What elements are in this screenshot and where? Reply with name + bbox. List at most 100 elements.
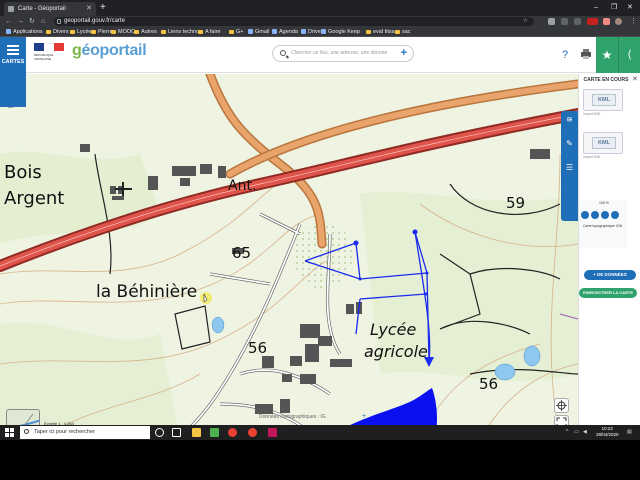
browser-tab[interactable]: Carte - Géoportail ✕ xyxy=(4,2,96,16)
map-view[interactable]: Bois Argent la Béhinière Lycée agricole … xyxy=(0,74,578,440)
close-window-icon[interactable]: ✕ xyxy=(627,2,633,14)
layers-icon[interactable]: ≋ xyxy=(563,113,576,126)
app-icon xyxy=(301,29,306,35)
info-icon[interactable] xyxy=(601,211,609,219)
bookmark-item[interactable]: Drive xyxy=(301,27,321,37)
cortana-icon[interactable] xyxy=(155,428,164,437)
layer-card-kml[interactable]: KML xyxy=(583,89,623,111)
share-button[interactable]: ⟨ xyxy=(618,37,640,73)
folder-icon xyxy=(70,29,75,34)
list-icon[interactable]: ☰ xyxy=(563,161,576,174)
app-icon[interactable] xyxy=(210,428,219,437)
chrome-icon[interactable] xyxy=(248,428,257,437)
task-view-icon[interactable] xyxy=(172,428,181,437)
lock-icon xyxy=(57,19,61,24)
network-icon[interactable]: ▭ xyxy=(574,429,579,435)
tools-wrench-icon[interactable]: ✎ xyxy=(563,137,576,150)
layer-name: Carte topographique IGN xyxy=(583,224,623,228)
save-map-button[interactable]: ENREGISTRER LA CARTE xyxy=(579,288,637,298)
address-bar-row: ← → ↻ ⌂ geoportail.gouv.fr/carte ☆ ⋮ xyxy=(0,16,640,27)
panel-close-icon[interactable]: ✕ xyxy=(632,75,638,83)
bookmark-label: MOOC xyxy=(118,29,136,35)
opacity-icon[interactable] xyxy=(591,211,599,219)
windows-start-icon[interactable] xyxy=(5,428,14,437)
bookmark-label: eval titsa xyxy=(373,29,395,35)
home-icon[interactable]: ⌂ xyxy=(41,16,45,27)
close-tab-icon[interactable]: ✕ xyxy=(86,2,92,16)
bookmark-label: sac xyxy=(402,29,411,35)
site-header: RÉPUBLIQUE FRANÇAISE géoportail Chercher… xyxy=(0,37,640,73)
url-input[interactable]: geoportail.gouv.fr/carte ☆ xyxy=(54,17,534,26)
layer-card-kml[interactable]: KML xyxy=(583,132,623,154)
add-data-button[interactable]: + DE DONNÉES xyxy=(584,270,636,280)
extension-icon[interactable] xyxy=(574,18,581,25)
favorites-star-button[interactable]: ★ xyxy=(596,37,618,73)
folder-icon xyxy=(229,29,234,34)
locate-button[interactable] xyxy=(554,398,569,413)
notifications-icon[interactable]: ▤ xyxy=(627,429,632,435)
geoportail-logo[interactable]: géoportail xyxy=(72,42,147,60)
bookmark-label: G+ xyxy=(236,29,244,35)
app-icon xyxy=(272,29,277,35)
bookmark-item[interactable]: G+ xyxy=(229,27,244,37)
bookmark-item[interactable]: sac xyxy=(395,27,411,37)
forward-icon[interactable]: → xyxy=(17,16,24,27)
volume-icon[interactable]: ◀ xyxy=(583,429,587,435)
cartes-label: CARTES xyxy=(1,59,25,65)
advanced-search-icon[interactable]: + xyxy=(401,46,407,61)
bookmark-item[interactable]: Liens techno xyxy=(161,27,199,37)
reload-icon[interactable]: ↻ xyxy=(29,16,35,27)
bookmark-item[interactable]: Agenda xyxy=(272,27,298,37)
bookmark-item[interactable]: Pierre xyxy=(91,27,113,37)
clock-date: 28/04/2020 xyxy=(596,432,619,437)
map-label-agricole: agricole xyxy=(364,342,428,361)
bookmark-label: Lycée xyxy=(77,29,92,35)
bookmark-item[interactable]: MOOC xyxy=(111,27,135,37)
current-map-panel: CARTE EN COURS ✕ KML Import KML KML Impo… xyxy=(578,74,640,440)
delete-icon[interactable] xyxy=(611,211,619,219)
bookmark-item[interactable]: Lycée xyxy=(70,27,91,37)
target-icon xyxy=(556,400,567,411)
file-explorer-icon[interactable] xyxy=(192,428,201,437)
print-icon[interactable] xyxy=(579,47,593,61)
map-label-bois: Bois xyxy=(4,162,42,183)
bookmark-star-icon[interactable]: ☆ xyxy=(523,17,528,26)
bookmark-label: Liens techno xyxy=(168,29,200,35)
layer-label: KML xyxy=(592,94,616,106)
bookmark-item[interactable]: Applications xyxy=(6,27,43,37)
chrome-icon[interactable] xyxy=(228,428,237,437)
bookmark-item[interactable]: A faire xyxy=(198,27,221,37)
windows-taskbar: Taper ici pour rechercher ^ ▭ ◀ 10:22 28… xyxy=(0,425,640,440)
extension-badge-icon[interactable] xyxy=(587,18,598,25)
bookmark-item[interactable]: Gmail xyxy=(248,27,269,37)
browser-menu-icon[interactable]: ⋮ xyxy=(630,16,637,27)
maximize-icon[interactable]: ❐ xyxy=(611,2,617,14)
bookmark-item[interactable]: Google Keep xyxy=(321,27,360,37)
extension-icon[interactable] xyxy=(561,18,568,25)
active-layer-card[interactable]: 100 % Carte topographique IGN xyxy=(579,200,627,248)
bookmark-label: Autres xyxy=(141,29,157,35)
extension-icon[interactable] xyxy=(603,18,610,25)
search-input[interactable]: Chercher un lieu, une adresse, une donné… xyxy=(272,45,414,62)
minimize-icon[interactable]: – xyxy=(594,2,598,14)
clock[interactable]: 10:22 28/04/2020 xyxy=(596,426,619,438)
bookmark-label: Google Keep xyxy=(328,29,361,35)
taskbar-search-input[interactable]: Taper ici pour rechercher xyxy=(20,426,150,439)
layer-label: KML xyxy=(592,137,616,149)
bookmark-item[interactable]: Autres xyxy=(134,27,157,37)
visibility-icon[interactable] xyxy=(581,211,589,219)
map-label-elevation: 65 xyxy=(232,244,252,262)
bookmark-label: Gmail xyxy=(255,29,270,35)
app-icon[interactable] xyxy=(268,428,277,437)
profile-avatar[interactable] xyxy=(615,18,622,25)
tray-chevron-icon[interactable]: ^ xyxy=(566,429,568,435)
attribution-expand[interactable]: + xyxy=(362,413,366,420)
folder-icon xyxy=(161,29,166,34)
new-tab-button[interactable]: + xyxy=(100,1,106,15)
extension-icon[interactable] xyxy=(548,18,555,25)
bookmark-item[interactable]: eval titsa xyxy=(366,27,395,37)
back-icon[interactable]: ← xyxy=(5,16,12,27)
help-icon[interactable]: ? xyxy=(559,47,573,61)
cartes-menu-button[interactable]: CARTES xyxy=(0,37,26,107)
bookmark-item[interactable]: Divers xyxy=(46,27,69,37)
